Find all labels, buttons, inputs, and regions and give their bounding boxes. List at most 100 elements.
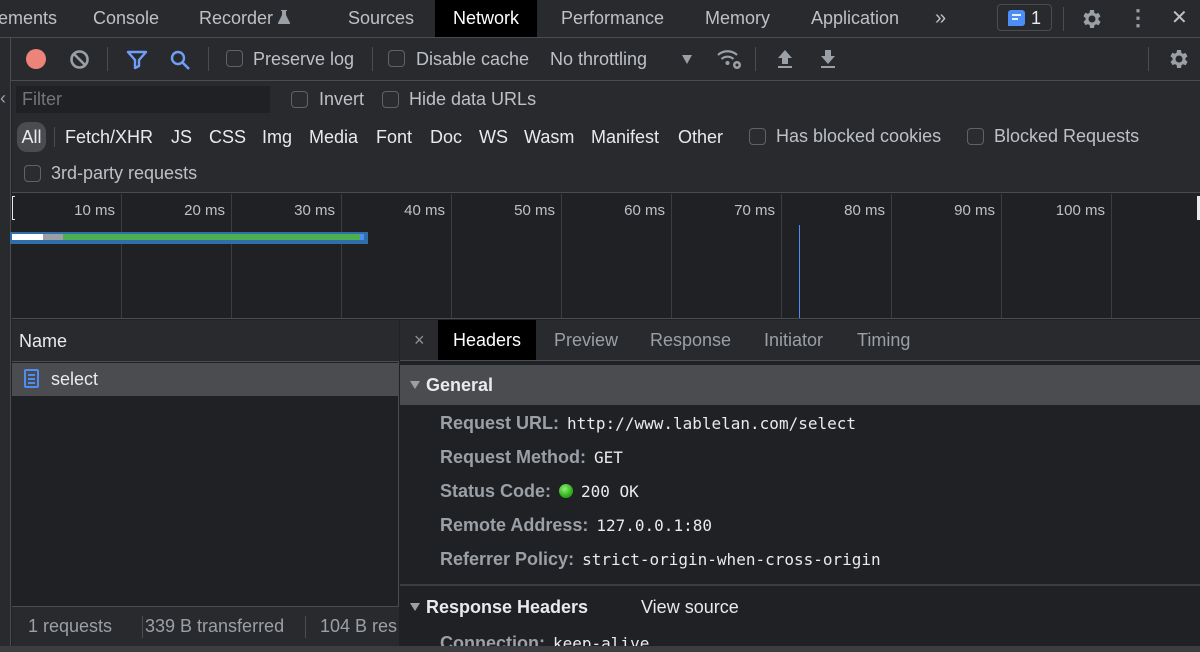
close-devtools-button[interactable]: ✕ xyxy=(1171,0,1188,37)
type-filter-js[interactable]: JS xyxy=(171,122,192,152)
tab-memory[interactable]: Memory xyxy=(705,0,770,37)
issues-message-icon xyxy=(1008,10,1025,26)
blocked-requests-label[interactable]: Blocked Requests xyxy=(994,126,1139,147)
header-status-code: Status Code: 200 OK xyxy=(440,481,639,502)
header-request-method: Request Method: GET xyxy=(440,447,623,468)
type-filter-other[interactable]: Other xyxy=(678,122,723,152)
third-party-label[interactable]: 3rd-party requests xyxy=(51,163,197,184)
timeline-gridline xyxy=(671,194,672,318)
section-divider xyxy=(400,584,1200,586)
request-list: Name select xyxy=(12,320,399,646)
requests-count: 1 requests xyxy=(28,616,113,636)
network-conditions-icon[interactable] xyxy=(716,47,743,71)
tab-headers[interactable]: Headers xyxy=(438,320,537,360)
export-har-icon[interactable] xyxy=(819,48,837,70)
search-icon[interactable] xyxy=(169,49,191,71)
overview-timeline[interactable]: 10 ms 20 ms 30 ms 40 ms 50 ms 60 ms 70 ms 80 ms… xyxy=(10,194,1200,319)
divider xyxy=(142,616,143,638)
tab-response[interactable]: Response xyxy=(650,320,731,360)
request-row[interactable]: select xyxy=(12,363,399,396)
disable-cache-checkbox[interactable] xyxy=(388,50,405,67)
name-column-label: Name xyxy=(19,331,68,351)
type-filter-css[interactable]: CSS xyxy=(209,122,246,152)
third-party-checkbox[interactable] xyxy=(24,165,41,182)
preserve-log-label[interactable]: Preserve log xyxy=(253,49,354,70)
has-blocked-cookies-label[interactable]: Has blocked cookies xyxy=(776,126,941,147)
tab-initiator[interactable]: Initiator xyxy=(764,320,823,360)
type-filter-font[interactable]: Font xyxy=(376,122,412,152)
issues-count: 1 xyxy=(1031,8,1042,28)
tab-preview[interactable]: Preview xyxy=(554,320,618,360)
header-key: Request URL: xyxy=(440,413,560,433)
tab-console[interactable]: Console xyxy=(93,0,159,37)
waterfall-waiting-segment xyxy=(12,234,43,240)
collapse-chevron-icon[interactable]: ‹ xyxy=(0,88,6,109)
invert-checkbox[interactable] xyxy=(291,91,308,108)
preserve-log-checkbox[interactable] xyxy=(226,50,243,67)
request-details-panel: × Headers Preview Response Initiator Tim… xyxy=(400,320,1200,652)
request-waterfall-bar[interactable] xyxy=(10,232,368,244)
tab-application[interactable]: Application xyxy=(811,0,899,37)
settings-gear-icon[interactable] xyxy=(1079,7,1103,31)
transferred-size: 339 B transferred xyxy=(145,616,285,636)
divider xyxy=(1148,47,1149,71)
chevron-down-icon xyxy=(682,55,692,64)
status-ok-dot-icon xyxy=(559,484,574,498)
type-filter-manifest[interactable]: Manifest xyxy=(591,122,659,152)
status-bar: 1 requests 339 B transferred 104 B res xyxy=(12,606,399,646)
tab-network[interactable]: Network xyxy=(435,0,538,37)
timeline-tick-label: 60 ms xyxy=(624,202,665,219)
close-details-button[interactable]: × xyxy=(414,320,425,360)
invert-label[interactable]: Invert xyxy=(319,89,364,110)
header-value: 200 OK xyxy=(581,482,639,501)
type-filter-all[interactable]: All xyxy=(17,122,46,152)
has-blocked-cookies-checkbox[interactable] xyxy=(749,128,766,145)
header-key: Request Method: xyxy=(440,447,586,467)
more-options-button[interactable]: ⋮ xyxy=(1127,0,1149,37)
tab-elements[interactable]: ements xyxy=(0,0,57,37)
header-value: 127.0.0.1:80 xyxy=(596,516,712,535)
triangle-down-icon xyxy=(410,603,420,611)
type-filter-doc[interactable]: Doc xyxy=(430,122,462,152)
load-event-marker xyxy=(798,225,800,318)
issues-button[interactable]: 1 xyxy=(997,4,1052,31)
tab-sources[interactable]: Sources xyxy=(348,0,414,37)
filter-icon[interactable] xyxy=(126,50,148,70)
hide-data-urls-checkbox[interactable] xyxy=(382,91,399,108)
filter-input[interactable] xyxy=(16,86,270,113)
devtools-tab-bar: ements Console Recorder Sources Network … xyxy=(0,0,1200,38)
header-value: strict-origin-when-cross-origin xyxy=(582,550,881,569)
divider xyxy=(208,47,209,71)
tab-performance[interactable]: Performance xyxy=(561,0,664,37)
overview-left-handle[interactable] xyxy=(12,196,15,220)
type-filter-wasm[interactable]: Wasm xyxy=(524,122,574,152)
network-settings-gear-icon[interactable] xyxy=(1166,47,1190,71)
document-icon xyxy=(24,369,39,388)
type-filter-ws[interactable]: WS xyxy=(479,122,508,152)
hide-data-urls-label[interactable]: Hide data URLs xyxy=(409,89,536,110)
tab-timing[interactable]: Timing xyxy=(857,320,910,360)
disable-cache-label[interactable]: Disable cache xyxy=(416,49,529,70)
header-referrer-policy: Referrer Policy: strict-origin-when-cross… xyxy=(440,549,881,570)
name-column-header[interactable]: Name xyxy=(12,320,399,362)
record-button[interactable] xyxy=(26,49,46,69)
type-filter-media[interactable]: Media xyxy=(309,122,358,152)
timeline-gridline xyxy=(451,194,452,318)
type-filter-img[interactable]: Img xyxy=(262,122,292,152)
timeline-gridline xyxy=(121,194,122,318)
waterfall-download-segment xyxy=(62,234,360,240)
divider xyxy=(305,616,306,638)
general-title: General xyxy=(426,375,494,395)
import-har-icon[interactable] xyxy=(776,48,794,70)
blocked-requests-checkbox[interactable] xyxy=(967,128,984,145)
more-tabs-button[interactable]: » xyxy=(935,0,946,37)
clear-button[interactable] xyxy=(69,49,90,70)
general-section-header[interactable]: General xyxy=(400,365,1200,405)
type-filter-fetch-xhr[interactable]: Fetch/XHR xyxy=(65,122,153,152)
divider xyxy=(1063,7,1064,31)
timeline-tick-label: 50 ms xyxy=(514,202,555,219)
view-source-link[interactable]: View source xyxy=(641,597,739,618)
tab-recorder[interactable]: Recorder xyxy=(199,0,291,37)
divider xyxy=(54,127,55,147)
header-key: Referrer Policy: xyxy=(440,549,575,569)
